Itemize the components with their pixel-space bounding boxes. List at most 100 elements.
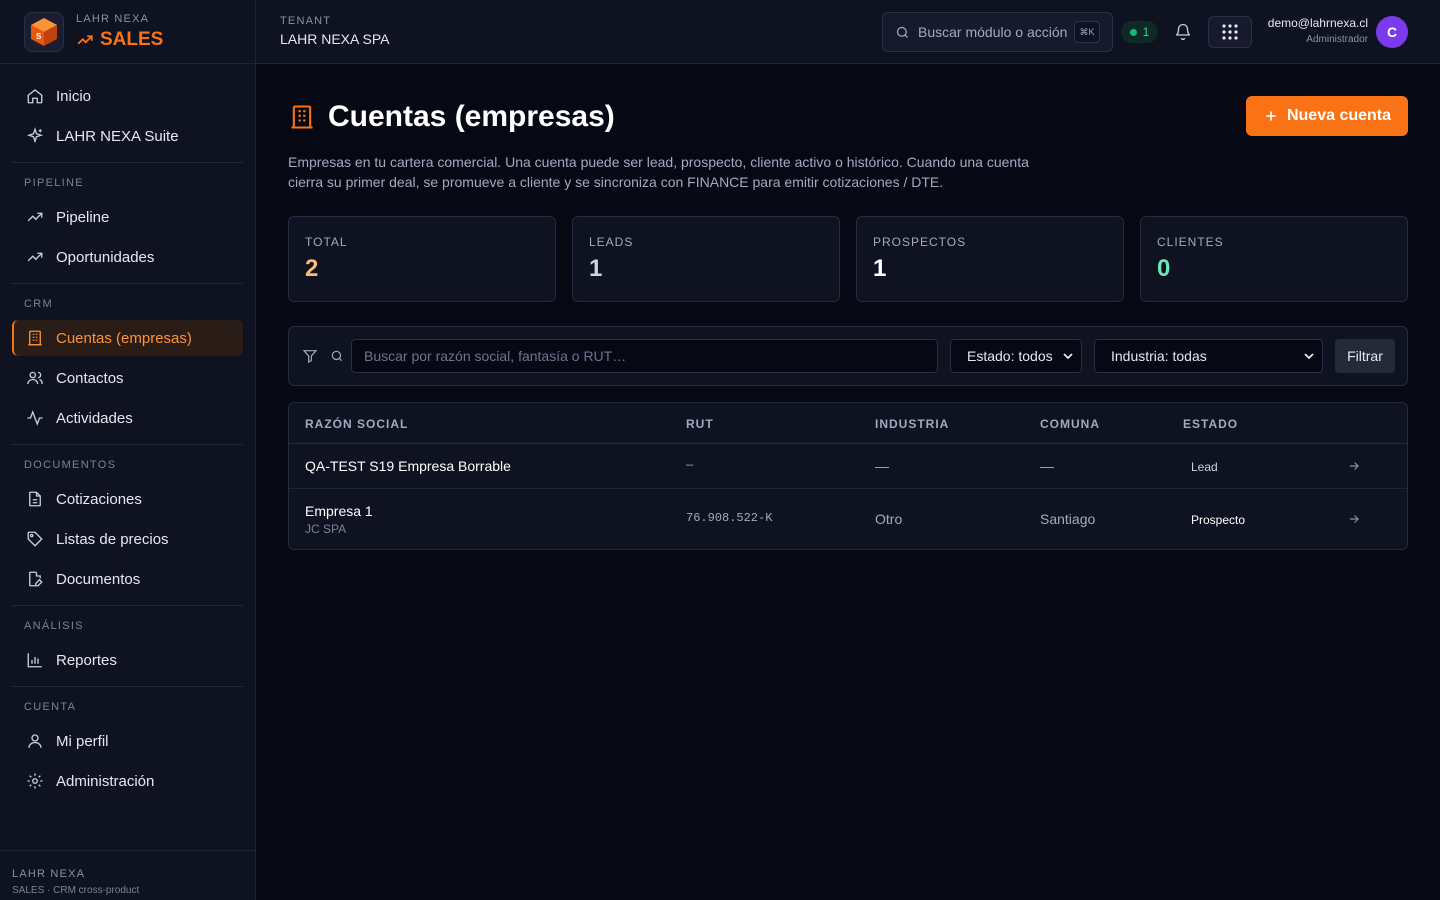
main-content: Cuentas (empresas) Nueva cuenta Empresas…	[288, 64, 1408, 550]
sidebar-item-actividades[interactable]: Actividades	[12, 400, 243, 436]
table-row[interactable]: Empresa 1 JC SPA 76.908.522-K Otro Santi…	[289, 489, 1407, 549]
nav-section-cuenta: CUENTA Mi perfil Administración	[12, 686, 243, 799]
users-icon	[27, 371, 43, 385]
chevron-down-icon	[1304, 353, 1314, 360]
sidebar-footer: LAHR NEXA SALES · CRM cross-product	[0, 850, 255, 900]
sidebar-item-perfil[interactable]: Mi perfil	[12, 723, 243, 759]
sparkles-icon	[26, 127, 44, 144]
stat-card-total: TOTAL 2	[288, 216, 556, 302]
cube-icon: S	[31, 17, 57, 46]
chevron-down-icon	[1063, 353, 1073, 360]
filter-bar: Buscar por razón social, fantasía o RUT……	[288, 326, 1408, 386]
tenant-info: TENANT LAHR NEXA SPA	[280, 15, 389, 47]
table-row[interactable]: QA-TEST S19 Empresa Borrable — — — Lead	[289, 444, 1407, 489]
user-info[interactable]: demo@lahrnexa.cl Administrador	[1268, 16, 1368, 45]
sidebar-item-oportunidades[interactable]: Oportunidades	[12, 239, 243, 275]
sidebar: S LAHR NEXA SALES Inicio LAHR NEXA Suite…	[0, 0, 256, 900]
status-dot	[1129, 28, 1137, 36]
stat-card-leads: LEADS 1	[572, 216, 840, 302]
search-placeholder: Buscar por razón social, fantasía o RUT…	[364, 348, 627, 364]
new-account-button[interactable]: Nueva cuenta	[1246, 96, 1408, 136]
nav-section-crm: CRM Cuentas (empresas) Contactos Activid…	[12, 283, 243, 436]
brand-logo: S	[24, 11, 64, 52]
brand[interactable]: S LAHR NEXA SALES	[0, 0, 255, 64]
status-badge: Lead	[1191, 460, 1218, 474]
stat-label: TOTAL	[305, 235, 348, 249]
sidebar-item-label: Actividades	[56, 409, 133, 427]
status-count: 1	[1142, 25, 1150, 39]
user-email: demo@lahrnexa.cl	[1267, 16, 1368, 30]
file-text-icon	[29, 491, 41, 507]
sidebar-nav: Inicio LAHR NEXA Suite PIPELINE Pipeline…	[0, 64, 255, 799]
tag-icon	[27, 531, 43, 547]
brand-sup: LAHR NEXA	[76, 12, 150, 25]
account-name: Empresa 1	[305, 503, 373, 519]
brand-name: SALES	[76, 29, 163, 51]
estado-select[interactable]: Estado: todos	[950, 339, 1082, 373]
sidebar-item-label: Administración	[56, 772, 155, 790]
home-icon	[27, 89, 43, 104]
global-search-input[interactable]: Buscar módulo o acción ⌘K	[882, 12, 1113, 52]
section-title: ANÁLISIS	[24, 620, 84, 632]
stat-label: CLIENTES	[1157, 235, 1224, 249]
page-title: Cuentas (empresas)	[328, 100, 615, 133]
sidebar-item-contactos[interactable]: Contactos	[12, 360, 243, 396]
stat-value: 1	[589, 255, 603, 282]
avatar[interactable]: C	[1376, 16, 1408, 48]
sidebar-item-cuentas[interactable]: Cuentas (empresas)	[12, 320, 243, 356]
activity-icon	[27, 410, 43, 426]
tenant-label: TENANT	[280, 15, 332, 27]
column-header: ESTADO	[1183, 417, 1239, 431]
stat-card-clientes: CLIENTES 0	[1140, 216, 1408, 302]
stats-row: TOTAL 2 LEADS 1 PROSPECTOS 1 CLIENTES 0	[288, 216, 1408, 302]
trending-up-icon	[77, 34, 93, 44]
sidebar-item-administracion[interactable]: Administración	[12, 763, 243, 799]
building-icon	[28, 330, 42, 346]
bell-icon[interactable]	[1174, 23, 1192, 41]
sidebar-item-cotizaciones[interactable]: Cotizaciones	[12, 481, 243, 517]
account-search-input[interactable]: Buscar por razón social, fantasía o RUT…	[351, 339, 938, 373]
page-header: Cuentas (empresas) Nueva cuenta	[288, 64, 1408, 152]
section-title: PIPELINE	[24, 177, 84, 189]
sidebar-item-label: Mi perfil	[56, 732, 109, 750]
sidebar-item-label: Documentos	[56, 570, 141, 588]
user-icon	[28, 734, 42, 748]
bar-chart-icon	[27, 653, 42, 668]
sidebar-item-label: Inicio	[56, 87, 92, 105]
account-comuna: Santiago	[1040, 511, 1096, 527]
industria-select[interactable]: Industria: todas	[1094, 339, 1323, 373]
sidebar-item-label: Listas de precios	[56, 530, 169, 548]
grid-icon	[1222, 24, 1238, 40]
column-header: INDUSTRIA	[875, 417, 950, 431]
stat-value: 0	[1157, 255, 1171, 282]
arrow-right-icon[interactable]	[1347, 459, 1361, 473]
sidebar-item-label: LAHR NEXA Suite	[56, 127, 179, 145]
estado-select-value: Estado: todos	[967, 348, 1053, 364]
sidebar-item-listas-precios[interactable]: Listas de precios	[12, 521, 243, 557]
sidebar-item-label: Reportes	[56, 651, 117, 669]
filter-button[interactable]: Filtrar	[1335, 339, 1395, 373]
sidebar-item-inicio[interactable]: Inicio	[12, 78, 243, 114]
arrow-right-icon[interactable]	[1347, 512, 1361, 526]
status-badge: Prospecto	[1191, 513, 1246, 527]
sidebar-item-documentos[interactable]: Documentos	[12, 561, 243, 597]
column-header: COMUNA	[1040, 417, 1100, 431]
account-subname: JC SPA	[305, 522, 347, 536]
shortcut-hint: ⌘K	[1074, 21, 1100, 43]
account-name: QA-TEST S19 Empresa Borrable	[305, 458, 511, 474]
user-role: Administrador	[1306, 34, 1368, 45]
status-badge[interactable]: 1	[1121, 21, 1158, 43]
sidebar-item-label: Oportunidades	[56, 248, 155, 266]
industria-select-value: Industria: todas	[1111, 348, 1207, 364]
sidebar-item-reportes[interactable]: Reportes	[12, 642, 243, 678]
sidebar-item-pipeline[interactable]: Pipeline	[12, 199, 243, 235]
apps-grid-button[interactable]	[1208, 16, 1252, 48]
sidebar-item-suite[interactable]: LAHR NEXA Suite	[12, 118, 243, 154]
accounts-table: RAZÓN SOCIAL RUT INDUSTRIA COMUNA ESTADO…	[288, 402, 1408, 550]
file-edit-icon	[29, 571, 43, 587]
stat-value: 1	[873, 255, 887, 282]
topbar: TENANT LAHR NEXA SPA Buscar módulo o acc…	[256, 0, 1440, 64]
column-header: RUT	[686, 417, 714, 431]
stat-label: PROSPECTOS	[873, 235, 967, 249]
trending-up-icon	[27, 252, 43, 262]
